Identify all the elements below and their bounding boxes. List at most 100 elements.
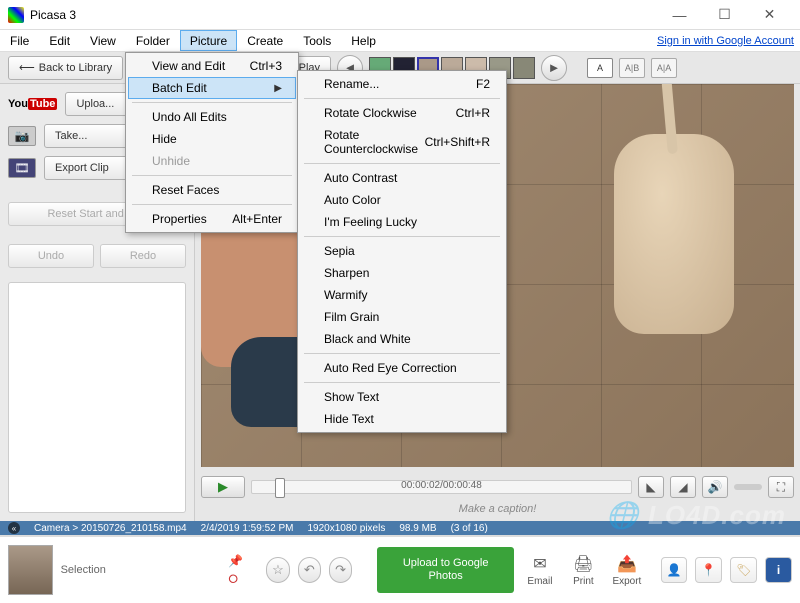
next-image-button[interactable]: ► [541,55,567,81]
batch-edit-item-rotate-clockwise[interactable]: Rotate ClockwiseCtrl+R [300,102,504,124]
trim-end-button[interactable]: ◢ [670,476,696,498]
picture-menu-separator [132,175,292,176]
clear-selection-icon[interactable]: ⭘ [228,572,243,587]
batch-edit-separator [304,98,500,99]
submenu-arrow-icon: ▶ [274,83,282,94]
batch-edit-item-rename-[interactable]: Rename... F2 [300,73,504,95]
thumb-7[interactable] [513,57,535,79]
batch-edit-submenu: Rename...F2Rotate ClockwiseCtrl+RRotate … [297,70,507,433]
batch-edit-item-i-m-feeling-lucky[interactable]: I'm Feeling Lucky [300,211,504,233]
email-label: Email [527,576,552,587]
menu-item-label: Rotate Counterclockwise [324,128,425,156]
volume-slider[interactable] [734,484,762,490]
back-to-library-button[interactable]: ⟵ Back to Library [8,56,123,80]
batch-edit-item-warmify[interactable]: Warmify [300,284,504,306]
batch-edit-item-auto-contrast[interactable]: Auto Contrast [300,167,504,189]
redo-button[interactable]: Redo [100,244,186,268]
app-icon [8,7,24,23]
batch-edit-item-auto-red-eye-correction[interactable]: Auto Red Eye Correction [300,357,504,379]
menu-folder[interactable]: Folder [126,30,180,51]
picture-menu-item-unhide: Unhide [128,150,296,172]
menu-item-shortcut: F2 [476,77,490,91]
picture-menu-separator [132,204,292,205]
hold-selection-icon[interactable]: 📌 [228,554,243,568]
batch-edit-item-sharpen[interactable]: Sharpen [300,262,504,284]
menu-item-label: Film Grain [324,310,379,324]
status-toggle-icon[interactable]: « [8,522,20,534]
viewmode-compare-ab[interactable]: A|B [619,58,645,78]
people-tag-button[interactable]: 👤 [661,557,688,583]
playback-bar: ▶ 00:00:02/00:00:48 ◣ ◢ 🔊 ⛶ [201,471,794,503]
rotate-cw-button[interactable]: ↷ [329,557,352,583]
viewmode-single[interactable]: A [587,58,613,78]
email-tool[interactable]: ✉ Email [522,554,557,587]
menu-item-label: Undo All Edits [152,110,227,124]
back-label: Back to Library [39,62,112,74]
batch-edit-item-film-grain[interactable]: Film Grain [300,306,504,328]
menu-item-label: Auto Contrast [324,171,397,185]
status-bar: « Camera > 20150726_210158.mp4 2/4/2019 … [0,521,800,535]
fullscreen-button[interactable]: ⛶ [768,476,794,498]
picture-menu-item-properties[interactable]: PropertiesAlt+Enter [128,208,296,230]
menu-item-label: Sepia [324,244,355,258]
rotate-ccw-button[interactable]: ↶ [298,557,321,583]
status-dimensions: 1920x1080 pixels [307,523,385,534]
camera-icon: 📷 [8,126,36,146]
star-button[interactable]: ☆ [266,557,289,583]
menu-item-label: View and Edit [152,59,225,73]
batch-edit-item-hide-text[interactable]: Hide Text [300,408,504,430]
bottom-tray: Selection 📌 ⭘ ☆ ↶ ↷ Upload to Google Pho… [0,535,800,603]
print-label: Print [573,576,594,587]
picture-menu-item-batch-edit[interactable]: Batch Edit▶ [128,77,296,99]
batch-edit-item-show-text[interactable]: Show Text [300,386,504,408]
picture-menu-item-reset-faces[interactable]: Reset Faces [128,179,296,201]
menu-file[interactable]: File [0,30,39,51]
signin-link[interactable]: Sign in with Google Account [657,30,800,51]
menu-view[interactable]: View [80,30,126,51]
batch-edit-item-sepia[interactable]: Sepia [300,240,504,262]
undo-button[interactable]: Undo [8,244,94,268]
menu-item-label: Show Text [324,390,379,404]
volume-icon[interactable]: 🔊 [702,476,728,498]
maximize-button[interactable]: ☐ [702,0,747,30]
tag-button[interactable]: 🏷 [730,557,757,583]
menu-create[interactable]: Create [237,30,293,51]
menu-edit[interactable]: Edit [39,30,80,51]
photo-cat [614,134,734,334]
menu-item-label: Warmify [324,288,368,302]
menu-item-label: Reset Faces [152,183,219,197]
batch-edit-item-black-and-white[interactable]: Black and White [300,328,504,350]
batch-edit-separator [304,353,500,354]
geotag-button[interactable]: 📍 [695,557,722,583]
status-index: (3 of 16) [451,523,488,534]
email-icon: ✉ [533,554,546,574]
menu-help[interactable]: Help [341,30,386,51]
picture-menu-item-hide[interactable]: Hide [128,128,296,150]
menu-item-label: Auto Red Eye Correction [324,361,457,375]
picture-menu-item-view-and-edit[interactable]: View and EditCtrl+3 [128,55,296,77]
close-button[interactable]: ✕ [747,0,792,30]
batch-edit-item-rotate-counterclockwise[interactable]: Rotate CounterclockwiseCtrl+Shift+R [300,124,504,160]
picture-menu-dropdown: View and EditCtrl+3Batch Edit▶ Undo All E… [125,52,299,233]
print-tool[interactable]: 🖨 Print [566,554,601,587]
timeline-play-button[interactable]: ▶ [201,476,245,498]
edits-well [8,282,186,513]
viewmode-compare-aa[interactable]: A|A [651,58,677,78]
batch-edit-item-auto-color[interactable]: Auto Color [300,189,504,211]
menu-item-label: Rename... [324,77,379,91]
picture-menu-item-undo-all-edits[interactable]: Undo All Edits [128,106,296,128]
upload-google-photos-button[interactable]: Upload to Google Photos [377,547,514,593]
timeline-track[interactable]: 00:00:02/00:00:48 [251,480,632,494]
info-button[interactable]: i [765,557,792,583]
trim-start-button[interactable]: ◣ [638,476,664,498]
export-tool[interactable]: 📤Export [609,554,644,587]
tray-thumbnail[interactable] [8,545,53,595]
print-icon: 🖨 [573,554,593,574]
minimize-button[interactable]: — [657,0,702,30]
caption-input[interactable]: Make a caption! [195,503,800,521]
menu-item-shortcut: Ctrl+R [456,106,490,120]
menu-tools[interactable]: Tools [293,30,341,51]
window-title: Picasa 3 [30,8,657,22]
timeline-scrubber[interactable] [275,478,285,498]
menu-picture[interactable]: Picture [180,30,237,51]
